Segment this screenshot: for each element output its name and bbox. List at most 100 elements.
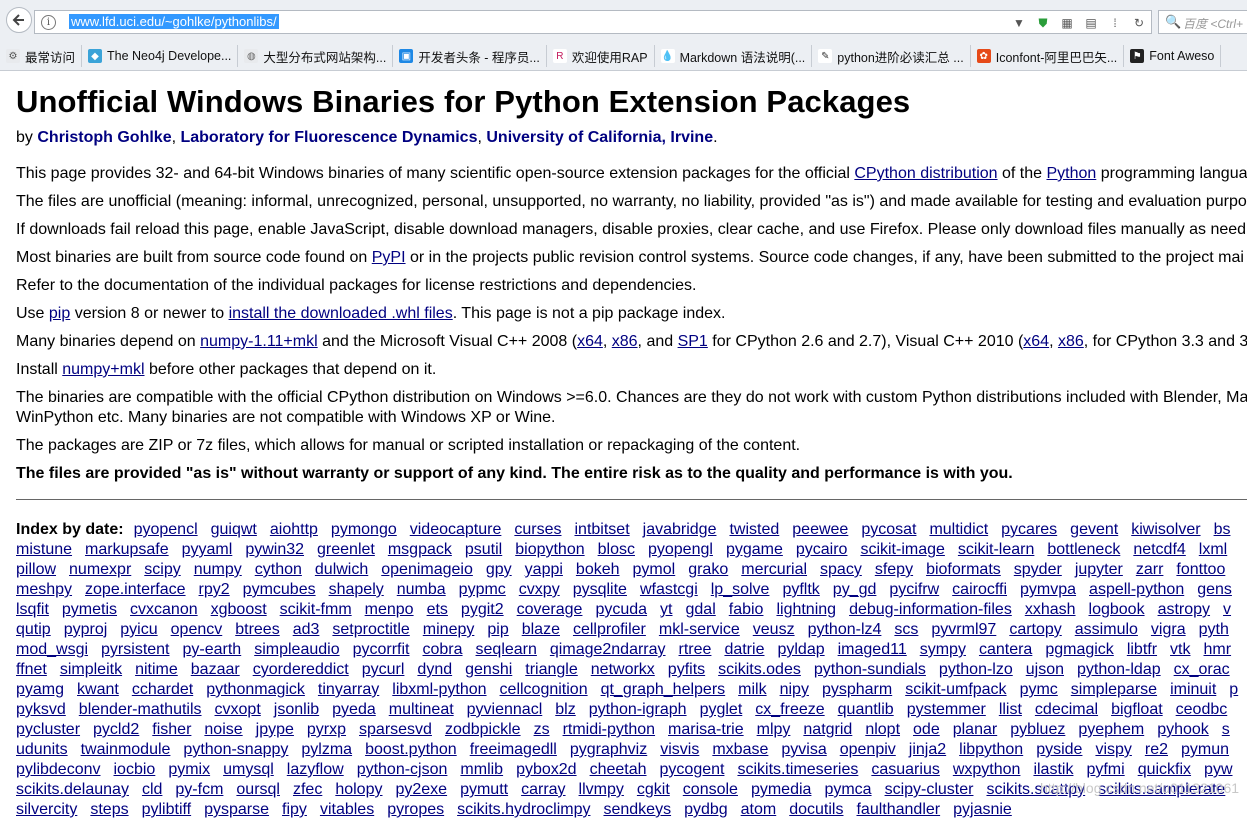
package-link[interactable]: cx_orac — [1174, 661, 1230, 678]
reader-view-icon[interactable]: ▤ — [1083, 15, 1099, 31]
package-link[interactable]: cdecimal — [1035, 701, 1098, 718]
package-link[interactable]: bazaar — [191, 661, 240, 678]
package-link[interactable]: pyvisa — [781, 741, 826, 758]
package-link[interactable]: scipy-cluster — [885, 781, 974, 798]
package-link[interactable]: fisher — [152, 721, 191, 738]
package-link[interactable]: pysqlite — [573, 581, 627, 598]
package-link[interactable]: yappi — [525, 561, 563, 578]
package-link[interactable]: mmlib — [460, 761, 503, 778]
package-link[interactable]: casuarius — [871, 761, 939, 778]
package-link[interactable]: py-fcm — [175, 781, 223, 798]
package-link[interactable]: cgkit — [637, 781, 670, 798]
package-link[interactable]: pycares — [1001, 521, 1057, 538]
package-link[interactable]: numpy — [194, 561, 242, 578]
back-button[interactable] — [6, 7, 32, 33]
pip-link[interactable]: pip — [49, 305, 70, 322]
package-link[interactable]: pyfits — [668, 661, 705, 678]
package-link[interactable]: blaze — [522, 621, 560, 638]
package-link[interactable]: mlpy — [757, 721, 791, 738]
package-link[interactable]: python-lz4 — [808, 621, 882, 638]
package-link[interactable]: ceodbc — [1176, 701, 1228, 718]
package-link[interactable]: scs — [894, 621, 918, 638]
package-link[interactable]: openimageio — [381, 561, 473, 578]
package-link[interactable]: pymetis — [62, 601, 117, 618]
package-link[interactable]: pgmagick — [1045, 641, 1113, 658]
package-link[interactable]: pycuda — [595, 601, 647, 618]
package-link[interactable]: vtk — [1170, 641, 1190, 658]
package-link[interactable]: videocapture — [410, 521, 502, 538]
package-link[interactable]: zodbpickle — [445, 721, 521, 738]
search-box[interactable]: 🔍 百度 <Ctrl+ — [1158, 10, 1247, 34]
numpy-mkl-link[interactable]: numpy+mkl — [62, 361, 144, 378]
package-link[interactable]: blender-mathutils — [79, 701, 202, 718]
package-link[interactable]: curses — [514, 521, 561, 538]
package-link[interactable]: mod_wsgi — [16, 641, 88, 658]
package-link[interactable]: wfastcgi — [640, 581, 698, 598]
package-link[interactable]: mistune — [16, 541, 72, 558]
url-text[interactable]: www.lfd.uci.edu/~gohlke/pythonlibs/ — [69, 14, 279, 29]
package-link[interactable]: cvxcanon — [130, 601, 198, 618]
package-link[interactable]: python-snappy — [183, 741, 288, 758]
shield-icon[interactable]: ⛊ — [1035, 15, 1051, 31]
package-link[interactable]: pyside — [1036, 741, 1082, 758]
package-link[interactable]: cellcognition — [500, 681, 588, 698]
package-link[interactable]: pymvpa — [1020, 581, 1076, 598]
package-link[interactable]: holopy — [335, 781, 382, 798]
package-link[interactable]: python-ldap — [1077, 661, 1161, 678]
package-link[interactable]: fonttoo — [1176, 561, 1225, 578]
package-link[interactable]: xgboost — [211, 601, 267, 618]
package-link[interactable]: llist — [999, 701, 1022, 718]
package-link[interactable]: pycifrw — [889, 581, 939, 598]
package-link[interactable]: quantlib — [838, 701, 894, 718]
package-link[interactable]: scipy — [144, 561, 180, 578]
package-link[interactable]: sendkeys — [603, 801, 671, 818]
package-link[interactable]: psutil — [465, 541, 502, 558]
cpython-link[interactable]: CPython distribution — [854, 165, 997, 182]
package-link[interactable]: ad3 — [293, 621, 320, 638]
package-link[interactable]: ode — [913, 721, 940, 738]
package-link[interactable]: pyviennacl — [467, 701, 543, 718]
bookmark-item[interactable]: ⚑ Font Aweso — [1124, 45, 1222, 67]
package-link[interactable]: pywin32 — [245, 541, 304, 558]
package-link[interactable]: scikit-umfpack — [905, 681, 1006, 698]
package-link[interactable]: blosc — [598, 541, 635, 558]
package-link[interactable]: pythonmagick — [206, 681, 305, 698]
package-link[interactable]: zope.interface — [85, 581, 186, 598]
pypi-link[interactable]: PyPI — [372, 249, 406, 266]
package-link[interactable]: python-cjson — [357, 761, 448, 778]
package-link[interactable]: pyephem — [1078, 721, 1144, 738]
package-link[interactable]: sparsesvd — [359, 721, 432, 738]
package-link[interactable]: cchardet — [132, 681, 193, 698]
package-link[interactable]: jpype — [256, 721, 294, 738]
package-link[interactable]: lightning — [776, 601, 836, 618]
package-link[interactable]: javabridge — [643, 521, 717, 538]
package-link[interactable]: msgpack — [388, 541, 452, 558]
qr-code-icon[interactable]: ▦ — [1059, 15, 1075, 31]
package-link[interactable]: libpython — [959, 741, 1023, 758]
package-link[interactable]: twisted — [729, 521, 779, 538]
package-link[interactable]: gevent — [1070, 521, 1118, 538]
package-link[interactable]: pystemmer — [907, 701, 986, 718]
package-link[interactable]: faulthandler — [856, 801, 940, 818]
package-link[interactable]: pymutt — [460, 781, 508, 798]
package-link[interactable]: ffnet — [16, 661, 47, 678]
package-link[interactable]: pymun — [1181, 741, 1229, 758]
package-link[interactable]: pylzma — [301, 741, 352, 758]
package-link[interactable]: cellprofiler — [573, 621, 646, 638]
package-link[interactable]: coverage — [517, 601, 583, 618]
python-link[interactable]: Python — [1046, 165, 1096, 182]
package-link[interactable]: simpleparse — [1071, 681, 1157, 698]
package-link[interactable]: rtree — [679, 641, 712, 658]
package-link[interactable]: vigra — [1151, 621, 1186, 638]
package-link[interactable]: cython — [255, 561, 302, 578]
package-link[interactable]: lazyflow — [287, 761, 344, 778]
package-link[interactable]: aspell-python — [1089, 581, 1184, 598]
package-link[interactable]: simpleitk — [60, 661, 122, 678]
package-link[interactable]: pymedia — [751, 781, 811, 798]
package-link[interactable]: networkx — [591, 661, 655, 678]
package-link[interactable]: scikits.delaunay — [16, 781, 129, 798]
package-link[interactable]: cyordereddict — [253, 661, 349, 678]
package-link[interactable]: simpleaudio — [254, 641, 339, 658]
package-link[interactable]: cobra — [423, 641, 463, 658]
package-link[interactable]: zarr — [1136, 561, 1164, 578]
